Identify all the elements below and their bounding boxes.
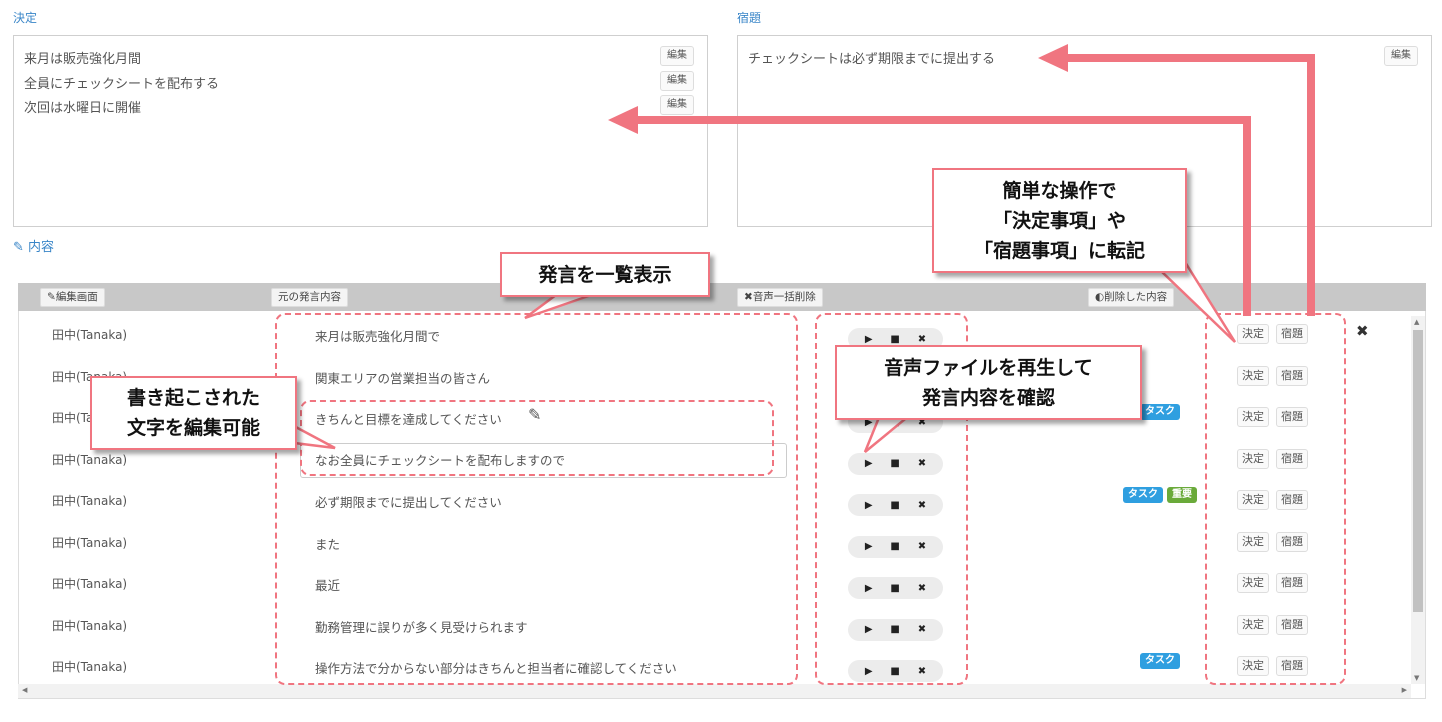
callout-edit-line: 文字を編集可能 [126,417,260,439]
callout-list-text: 発言を一覧表示 [538,263,672,286]
horizontal-scrollbar[interactable]: ◀ ▶ [18,684,1411,698]
homework-item: チェックシートは必ず期限までに提出する [748,52,996,67]
transfer-highlight [1205,313,1346,685]
edit-decision-button[interactable]: 編集 [660,70,694,91]
scrollbar-thumb[interactable] [1413,330,1423,612]
scroll-down-icon[interactable]: ▼ [1414,674,1419,682]
decision-item: 全員にチェックシートを配布する [24,76,220,92]
callout-edit: 書き起こされた 文字を編集可能 [90,376,297,450]
scroll-up-icon[interactable]: ▲ [1414,318,1419,326]
original-content-button[interactable]: 元の発言内容 [271,288,348,307]
callout-transfer-line: 「決定事項」や [992,209,1126,232]
edit-screen-label: 編集画面 [55,291,98,303]
bulk-delete-audio-button[interactable]: ✖音声一括削除 [737,288,823,307]
vertical-scrollbar[interactable]: ▲ ▼ [1411,316,1425,684]
decisions-panel: 来月は販売強化月間 編集 全員にチェックシートを配布する 編集 次回は水曜日に開催 編集 [13,35,708,227]
decision-item: 次回は水曜日に開催 [24,101,142,116]
callout-transfer: 簡単な操作で 「決定事項」や 「宿題事項」に転記 [932,168,1187,273]
scroll-right-icon[interactable]: ▶ [1402,686,1407,694]
important-tag: 重要 [1167,487,1197,503]
task-tag: タスク [1140,653,1180,669]
callout-audio: 音声ファイルを再生して 発言内容を確認 [835,345,1142,420]
speaker-name: 田中(Tanaka) [52,535,128,550]
task-tag: タスク [1140,404,1180,420]
callout-edit-line: 書き起こされた [126,387,260,409]
edit-highlight [300,400,774,476]
callout-audio-line: 音声ファイルを再生して [884,356,1093,379]
deleted-content-button[interactable]: ◐削除した内容 [1088,288,1175,307]
deleted-content-label: 削除した内容 [1104,291,1168,303]
homework-label: 宿題 [737,11,762,25]
content-label: 内容 [28,240,55,255]
transcript-highlight [275,313,798,685]
close-icon[interactable]: ✖ [1356,322,1369,340]
content-heading: ✎ 内容 [13,236,54,255]
edit-homework-button[interactable]: 編集 [1384,46,1418,66]
speaker-name: 田中(Tanaka) [52,660,128,674]
bulk-delete-label: 音声一括削除 [752,291,816,303]
edit-decision-button[interactable]: 編集 [660,46,694,66]
callout-list: 発言を一覧表示 [500,252,710,297]
edit-icon: ✎ [13,240,24,255]
close-icon: ✖ [744,291,753,303]
decision-item: 来月は販売強化月間 [24,52,142,67]
task-tag: タスク [1123,487,1163,503]
edit-decision-button[interactable]: 編集 [660,95,694,115]
table-header: ✎編集画面 元の発言内容 ✖音声一括削除 ◐削除した内容 [18,283,1426,311]
decisions-label: 決定 [13,11,38,25]
speaker-name: 田中(Tanaka) [52,452,128,467]
callout-audio-line: 発言内容を確認 [921,386,1055,409]
eye-off-icon: ◐ [1095,291,1105,303]
edit-screen-button[interactable]: ✎編集画面 [40,288,105,307]
speaker-name: 田中(Tanaka) [52,577,128,591]
speaker-name: 田中(Tanaka) [52,328,128,342]
scroll-left-icon[interactable]: ◀ [22,686,27,694]
callout-transfer-line: 「宿題事項」に転記 [973,239,1145,262]
speaker-name: 田中(Tanaka) [52,618,128,633]
speaker-name: 田中(Tanaka) [52,494,128,508]
callout-transfer-line: 簡単な操作で [1002,179,1117,202]
